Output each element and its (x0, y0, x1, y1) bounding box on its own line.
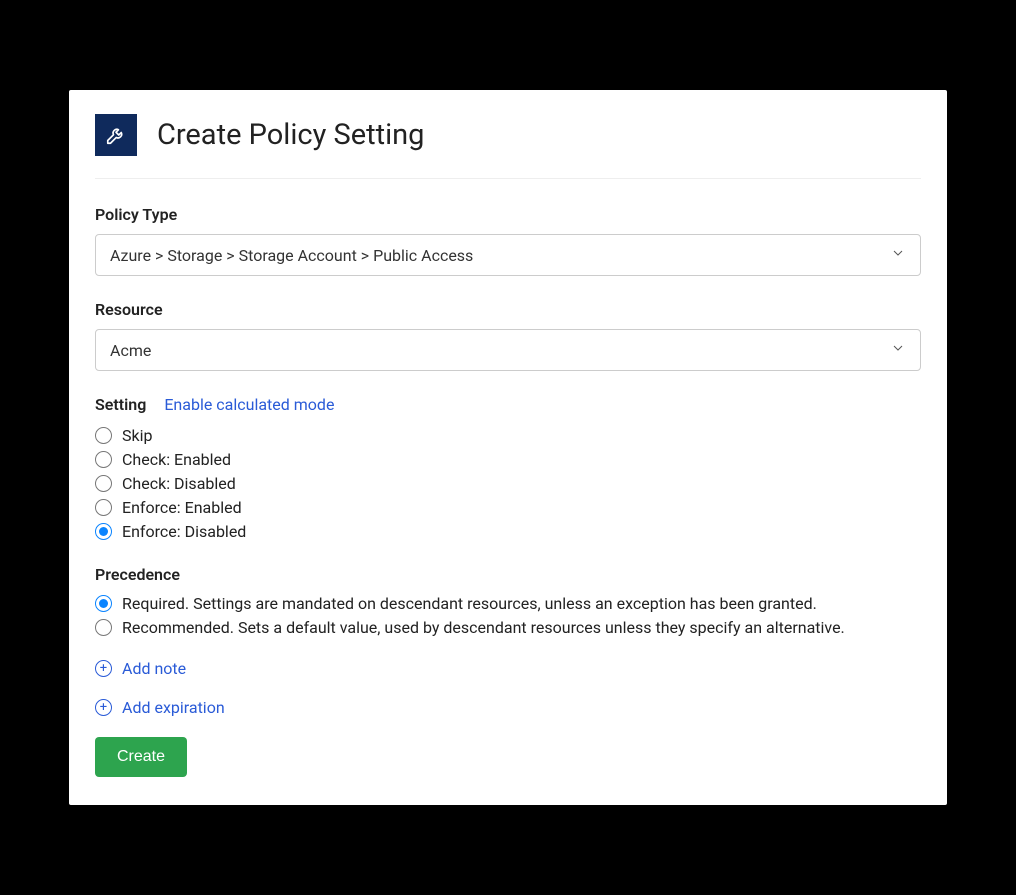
panel-header: Create Policy Setting (95, 114, 921, 179)
precedence-option-label: Required. Settings are mandated on desce… (122, 594, 817, 613)
precedence-option[interactable]: Required. Settings are mandated on desce… (95, 594, 921, 613)
policy-type-dropdown[interactable]: Azure > Storage > Storage Account > Publ… (95, 234, 921, 276)
radio-icon (95, 619, 112, 636)
radio-icon (95, 523, 112, 540)
precedence-label: Precedence (95, 565, 921, 584)
precedence-options: Required. Settings are mandated on desce… (95, 594, 921, 637)
precedence-section: Precedence Required. Settings are mandat… (95, 565, 921, 637)
setting-section: Setting Enable calculated mode Skip Check… (95, 395, 921, 541)
policy-type-value: Azure > Storage > Storage Account > Publ… (110, 246, 473, 265)
plus-circle-icon: + (95, 699, 112, 716)
setting-option-label: Check: Enabled (122, 450, 231, 469)
setting-label: Setting (95, 395, 146, 414)
setting-option-label: Skip (122, 426, 152, 445)
setting-option[interactable]: Check: Enabled (95, 450, 921, 469)
precedence-option[interactable]: Recommended. Sets a default value, used … (95, 618, 921, 637)
radio-icon (95, 427, 112, 444)
resource-dropdown[interactable]: Acme (95, 329, 921, 371)
radio-icon (95, 475, 112, 492)
radio-icon (95, 499, 112, 516)
resource-section: Resource Acme (95, 300, 921, 371)
setting-option-label: Check: Disabled (122, 474, 236, 493)
setting-option-label: Enforce: Enabled (122, 498, 242, 517)
setting-option[interactable]: Enforce: Enabled (95, 498, 921, 517)
add-note-link[interactable]: + Add note (95, 659, 921, 678)
policy-type-label: Policy Type (95, 205, 921, 224)
add-note-label: Add note (122, 659, 186, 678)
page-title: Create Policy Setting (157, 118, 424, 152)
precedence-option-label: Recommended. Sets a default value, used … (122, 618, 845, 637)
create-button[interactable]: Create (95, 737, 187, 777)
wrench-icon (95, 114, 137, 156)
resource-label: Resource (95, 300, 921, 319)
chevron-down-icon (890, 340, 906, 360)
setting-option-label: Enforce: Disabled (122, 522, 246, 541)
setting-option[interactable]: Check: Disabled (95, 474, 921, 493)
enable-calculated-mode-link[interactable]: Enable calculated mode (164, 395, 334, 414)
policy-type-section: Policy Type Azure > Storage > Storage Ac… (95, 205, 921, 276)
radio-icon (95, 451, 112, 468)
add-expiration-label: Add expiration (122, 698, 225, 717)
plus-circle-icon: + (95, 660, 112, 677)
setting-option[interactable]: Skip (95, 426, 921, 445)
radio-icon (95, 595, 112, 612)
setting-options: Skip Check: Enabled Check: Disabled Enforce… (95, 426, 921, 541)
chevron-down-icon (890, 245, 906, 265)
setting-option[interactable]: Enforce: Disabled (95, 522, 921, 541)
add-expiration-link[interactable]: + Add expiration (95, 698, 921, 717)
resource-value: Acme (110, 341, 151, 360)
create-policy-panel: Create Policy Setting Policy Type Azure … (69, 90, 947, 805)
